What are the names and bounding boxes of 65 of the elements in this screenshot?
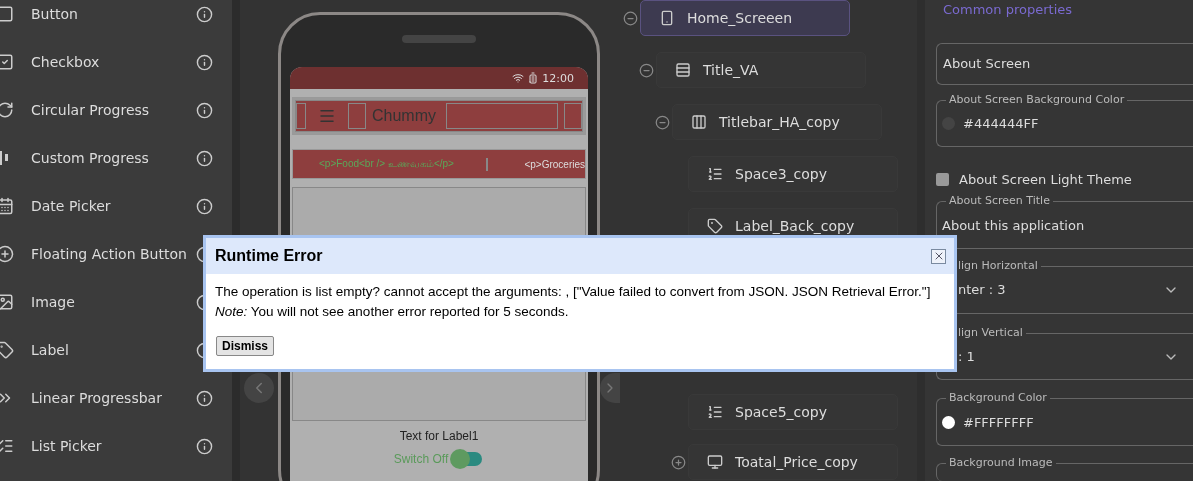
text-field[interactable]: About Screen Title About this application: [936, 193, 1193, 249]
label-text: Text for Label1: [399, 429, 479, 443]
monitor-icon: [707, 454, 723, 470]
tree-item[interactable]: Title_VA: [656, 52, 866, 88]
palette-item[interactable]: Linear Progressbar: [31, 390, 196, 406]
switch-label: Switch Off: [393, 452, 449, 466]
dismiss-button[interactable]: Dismiss: [216, 336, 275, 356]
info-icon[interactable]: [196, 5, 213, 23]
error-message: The operation is list empty? cannot accept the arguments: , ["Value failed to convert from JSON. JSON Retrieval Error."]: [215, 283, 932, 301]
image-icon: [0, 293, 14, 311]
select-field[interactable]: lign Vertical : 1: [936, 324, 1193, 381]
palette-item[interactable]: Label: [31, 342, 196, 358]
tree-item[interactable]: Space5_copy: [688, 394, 898, 430]
previous-button[interactable]: [244, 373, 274, 403]
calendar-icon: [0, 197, 14, 215]
phone-icon: [659, 10, 675, 26]
battery-icon: [527, 72, 540, 84]
info-icon[interactable]: [196, 149, 213, 167]
error-note: Note: You will not see another error reported for 5 seconds.: [215, 303, 570, 321]
plus-icon: [0, 245, 14, 263]
palette-item[interactable]: Floating Action Button: [31, 246, 196, 262]
tab-label[interactable]: <p>Groceries: [488, 158, 585, 170]
info-icon[interactable]: [196, 53, 213, 71]
checkbox-icon: [0, 53, 14, 71]
select-field[interactable]: lign Horizontal nter : 3: [936, 257, 1193, 314]
tree-item[interactable]: Toatal_Price_copy: [688, 444, 898, 480]
tree-item[interactable]: Space3_copy: [688, 156, 898, 192]
palette-item[interactable]: Circular Progress: [31, 102, 196, 118]
tree-item[interactable]: Home_Screeen: [640, 0, 850, 36]
collapse-icon[interactable]: [623, 10, 638, 26]
close-button[interactable]: [931, 248, 946, 264]
list-icon: [707, 166, 723, 182]
text-area[interactable]: About Screen: [936, 42, 1193, 85]
palette-item[interactable]: List Picker: [31, 438, 196, 454]
tree-item[interactable]: Titlebar_HA_copy: [672, 104, 882, 140]
refresh-icon: [0, 101, 14, 119]
palette-item[interactable]: Checkbox: [31, 54, 196, 70]
tag-icon: [707, 218, 723, 234]
info-icon[interactable]: [196, 437, 213, 455]
wifi-icon: [512, 72, 525, 84]
info-icon[interactable]: [196, 197, 213, 215]
checkbox[interactable]: [936, 172, 949, 186]
expand-icon[interactable]: [671, 454, 686, 470]
info-icon[interactable]: [196, 389, 213, 407]
tag-icon: [0, 341, 14, 359]
section-heading: Common properties: [943, 2, 1074, 19]
color-field[interactable]: About Screen Background Color #444444FF: [936, 91, 1193, 148]
dialog-title: Runtime Error: [215, 247, 323, 265]
status-time: 12:00: [542, 71, 574, 85]
palette-item[interactable]: Custom Progress: [31, 150, 196, 166]
list-icon: [0, 437, 14, 455]
info-icon[interactable]: [196, 101, 213, 119]
color-field[interactable]: Background Color #FFFFFFFF: [936, 390, 1193, 447]
list-icon: [707, 404, 723, 420]
palette-item[interactable]: Date Picker: [31, 198, 196, 214]
palette-item[interactable]: Button: [31, 6, 196, 22]
checkbox-label: About Screen Light Theme: [959, 171, 1132, 187]
columns-icon: [691, 114, 707, 130]
app-title: Chummy: [372, 107, 437, 125]
collapse-icon[interactable]: [655, 114, 670, 130]
image-field[interactable]: Background Image: [936, 455, 1193, 481]
rows-icon: [675, 62, 691, 78]
collapse-icon[interactable]: [639, 62, 654, 78]
palette-item[interactable]: Image: [31, 294, 196, 310]
component-outline: [348, 103, 366, 129]
